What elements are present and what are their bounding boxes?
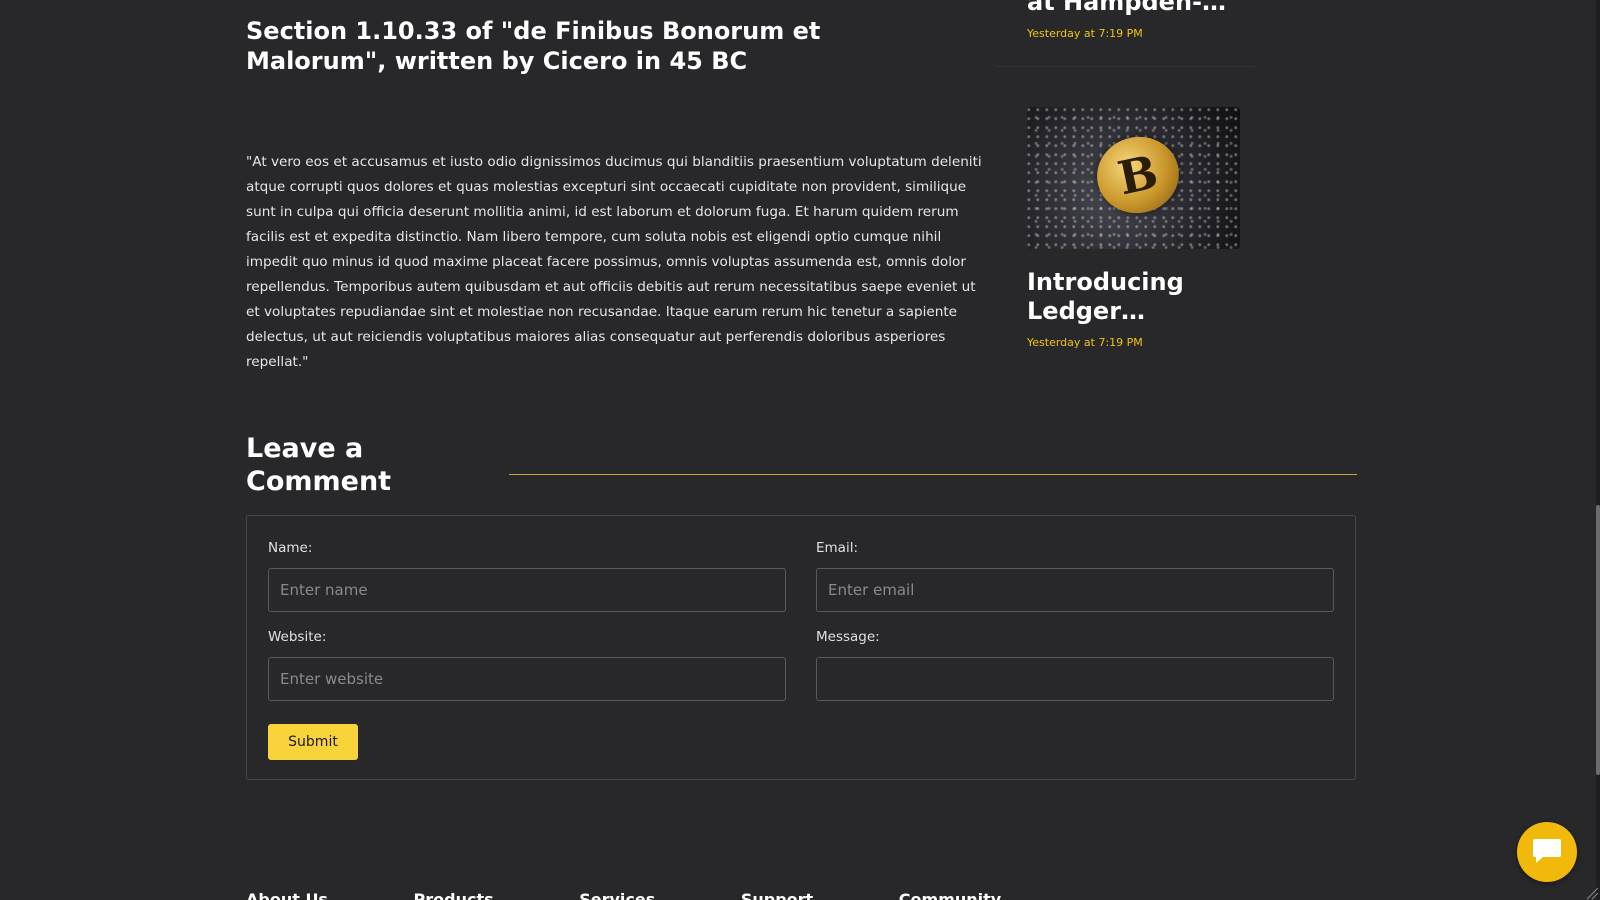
bitcoin-coin-icon: B	[1089, 129, 1187, 221]
message-input[interactable]	[816, 657, 1334, 701]
page: Section 1.10.33 of "de Finibus Bonorum e…	[0, 0, 1600, 900]
website-label: Website:	[268, 629, 327, 645]
chat-bubble-icon	[1533, 839, 1561, 863]
email-label: Email:	[816, 540, 859, 556]
article-title: Section 1.10.33 of "de Finibus Bonorum e…	[246, 17, 821, 75]
email-input[interactable]	[816, 568, 1334, 612]
footer-link-support[interactable]: Support	[741, 890, 813, 900]
name-label: Name:	[268, 540, 313, 556]
chat-button[interactable]	[1517, 822, 1577, 882]
scrollbar-thumb[interactable]	[1596, 505, 1600, 775]
article-body: "At vero eos et accusamus et iusto odio …	[246, 154, 982, 370]
footer-link-services[interactable]: Services	[579, 890, 655, 900]
footer-link-products[interactable]: Products	[414, 890, 494, 900]
name-input[interactable]	[268, 568, 786, 612]
comment-heading-rule	[509, 474, 1357, 475]
comment-form: Name: Email: Website: Message: Submit	[246, 515, 1356, 780]
footer-link-community[interactable]: Community	[899, 890, 1001, 900]
sidebar-post-date: Yesterday at 7:19 PM	[1027, 336, 1143, 349]
website-input[interactable]	[268, 657, 786, 701]
footer-link-about[interactable]: About Us	[246, 890, 328, 900]
message-label: Message:	[816, 629, 880, 645]
sidebar-post-thumbnail[interactable]: B	[1027, 107, 1240, 249]
sidebar-post-title[interactable]: Introducing Ledger…	[1027, 268, 1257, 326]
sidebar-divider	[995, 66, 1255, 67]
sidebar-post-title[interactable]: at Hampden-…	[1027, 0, 1287, 16]
submit-button[interactable]: Submit	[268, 724, 358, 760]
sidebar-post-date: Yesterday at 7:19 PM	[1027, 27, 1143, 40]
resize-corner-icon[interactable]	[1585, 886, 1599, 900]
comment-heading: Leave a Comment	[246, 433, 392, 497]
footer-links: About Us Products Services Support Commu…	[246, 890, 1081, 900]
